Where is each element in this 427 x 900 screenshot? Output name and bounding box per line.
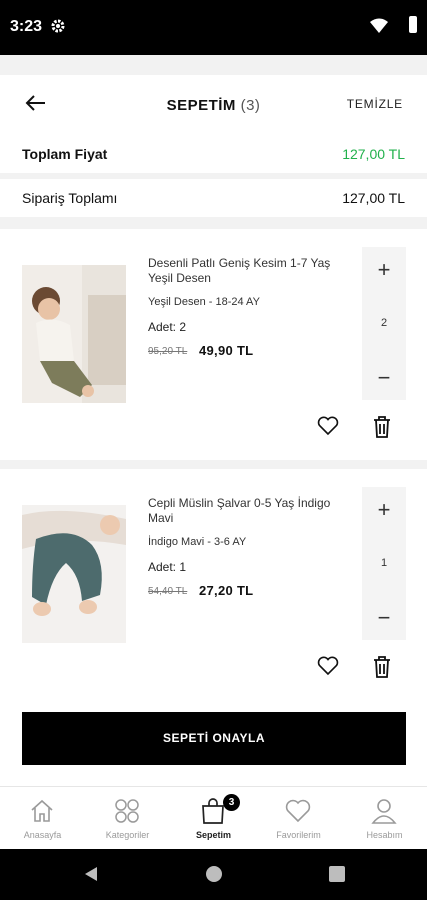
settings-gear-icon — [50, 18, 66, 39]
quantity-value: 2 — [380, 317, 388, 329]
product-quantity-text: Adet: 1 — [148, 560, 187, 574]
order-total-row: Sipariş Toplamı 127,00 TL — [0, 179, 427, 217]
order-total-value: 127,00 TL — [342, 190, 405, 206]
product-variant: Yeşil Desen - 18-24 AY — [148, 296, 260, 308]
product-old-price: 95,20 TL — [148, 346, 188, 357]
tab-home[interactable]: Anasayfa — [0, 787, 85, 849]
tab-cart-label: Sepetim — [195, 830, 231, 840]
quantity-stepper: + 2 − — [362, 247, 406, 400]
product-variant: İndigo Mavi - 3-6 AY — [148, 536, 247, 548]
wifi-icon — [370, 18, 388, 39]
total-price-label: Toplam Fiyat — [22, 146, 108, 162]
cart-item: Desenli Patlı Geniş Kesim 1-7 Yaş Yeşil … — [0, 229, 427, 460]
cart-count: (3) — [240, 97, 261, 114]
product-image[interactable] — [22, 505, 126, 643]
nav-home-icon[interactable] — [205, 865, 223, 888]
decrease-quantity-button[interactable]: − — [362, 365, 406, 391]
tab-account-label: Hesabım — [366, 830, 403, 840]
increase-quantity-button[interactable]: + — [362, 497, 406, 523]
battery-icon — [409, 16, 417, 33]
tab-home-label: Anasayfa — [23, 830, 62, 840]
decrease-quantity-button[interactable]: − — [362, 605, 406, 631]
product-name[interactable]: Desenli Patlı Geniş Kesim 1-7 Yaş Yeşil … — [148, 256, 348, 286]
product-price: 27,20 TL — [199, 583, 254, 598]
product-name[interactable]: Cepli Müslin Şalvar 0-5 Yaş İndigo Mavi — [148, 496, 348, 526]
system-nav-bar — [0, 849, 427, 900]
cart-header: SEPETİM (3) TEMİZLE — [0, 75, 427, 135]
bottom-tab-bar: Anasayfa Kategoriler 3 Sepetim Favoriler… — [0, 786, 427, 849]
heart-icon — [285, 799, 311, 823]
delete-trash-icon[interactable] — [372, 655, 392, 684]
product-old-price: 54,40 TL — [148, 586, 188, 597]
status-bar: 3:23 — [0, 0, 427, 55]
order-total-label: Sipariş Toplamı — [22, 190, 118, 206]
total-price-value: 127,00 TL — [342, 146, 405, 162]
tab-favorites-label: Favorilerim — [276, 830, 321, 840]
tab-account[interactable]: Hesabım — [342, 787, 427, 849]
product-price: 49,90 TL — [199, 343, 254, 358]
tab-categories[interactable]: Kategoriler — [85, 787, 170, 849]
tab-favorites[interactable]: Favorilerim — [256, 787, 341, 849]
nav-recents-icon[interactable] — [328, 865, 346, 888]
clear-cart-button[interactable]: TEMİZLE — [347, 97, 403, 111]
categories-icon — [115, 799, 139, 823]
page-title-text: SEPETİM — [166, 97, 236, 114]
nav-back-icon[interactable] — [82, 865, 100, 888]
tab-cart[interactable]: 3 Sepetim — [171, 787, 256, 849]
increase-quantity-button[interactable]: + — [362, 257, 406, 283]
tab-categories-label: Kategoriler — [105, 830, 150, 840]
home-icon — [31, 799, 53, 822]
user-icon — [371, 799, 397, 824]
spacer — [0, 55, 427, 70]
status-time: 3:23 — [10, 18, 43, 35]
quantity-stepper: + 1 − — [362, 487, 406, 640]
delete-trash-icon[interactable] — [372, 415, 392, 444]
cart-badge: 3 — [223, 794, 240, 811]
product-quantity-text: Adet: 2 — [148, 320, 187, 334]
confirm-cart-button[interactable]: SEPETİ ONAYLA — [22, 712, 406, 765]
favorite-heart-icon[interactable] — [317, 656, 339, 681]
favorite-heart-icon[interactable] — [317, 416, 339, 441]
product-image[interactable] — [22, 265, 126, 403]
quantity-value: 1 — [380, 557, 388, 569]
cart-item: Cepli Müslin Şalvar 0-5 Yaş İndigo Mavi … — [0, 469, 427, 700]
total-price-row: Toplam Fiyat 127,00 TL — [0, 135, 427, 173]
